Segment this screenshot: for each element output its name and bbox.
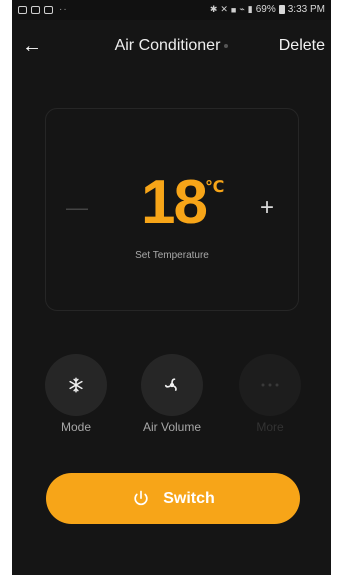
air-volume-button[interactable] (141, 354, 203, 416)
mode-label: Mode (60, 420, 92, 434)
status-right: ✱ ✕ ■ ⌁ ▮ 69% 3:33 PM (210, 4, 325, 15)
temperature-card: — 18 ℃ + Set Temperature (45, 108, 299, 311)
snowflake-icon (45, 354, 107, 416)
switch-button[interactable]: Switch (46, 473, 300, 524)
bluetooth-icon: ✱ (209, 4, 218, 14)
gallery-icon (18, 5, 27, 14)
temperature-unit: ℃ (205, 179, 225, 196)
title-indicator-icon (224, 43, 229, 48)
message-icon (31, 5, 40, 14)
page-title-text: Air Conditioner (114, 37, 221, 54)
more-button[interactable] (239, 354, 301, 416)
phone-screen: ·· ✱ ✕ ■ ⌁ ▮ 69% 3:33 PM ← Air Condition… (12, 0, 331, 575)
fan-icon (141, 354, 203, 416)
nfc-icon: ■ (230, 4, 237, 15)
app-bar: ← Air Conditioner Delete (12, 20, 331, 72)
power-icon (134, 490, 148, 505)
battery-percent: 69% (255, 4, 276, 15)
more-icon (239, 354, 301, 416)
mute-icon: ✕ (220, 4, 228, 14)
more-label: More (256, 420, 284, 434)
status-left: ·· (18, 4, 68, 15)
chat-icon (44, 5, 53, 14)
mode-button[interactable] (45, 354, 107, 416)
switch-label: Switch (163, 489, 215, 507)
status-dots: ·· (59, 4, 68, 15)
temperature-value: 18 (141, 168, 208, 237)
minus-icon[interactable]: — (66, 197, 88, 219)
signal-icon: ▮ (247, 4, 253, 14)
delete-button[interactable]: Delete (279, 37, 325, 55)
status-bar: ·· ✱ ✕ ■ ⌁ ▮ 69% 3:33 PM (12, 0, 331, 20)
wifi-icon: ⌁ (239, 4, 245, 14)
air-volume-label: Air Volume (142, 420, 202, 434)
clock: 3:33 PM (287, 4, 325, 15)
plus-icon[interactable]: + (256, 196, 278, 220)
battery-icon (278, 5, 285, 14)
set-temperature-label: Set Temperature (135, 250, 209, 261)
